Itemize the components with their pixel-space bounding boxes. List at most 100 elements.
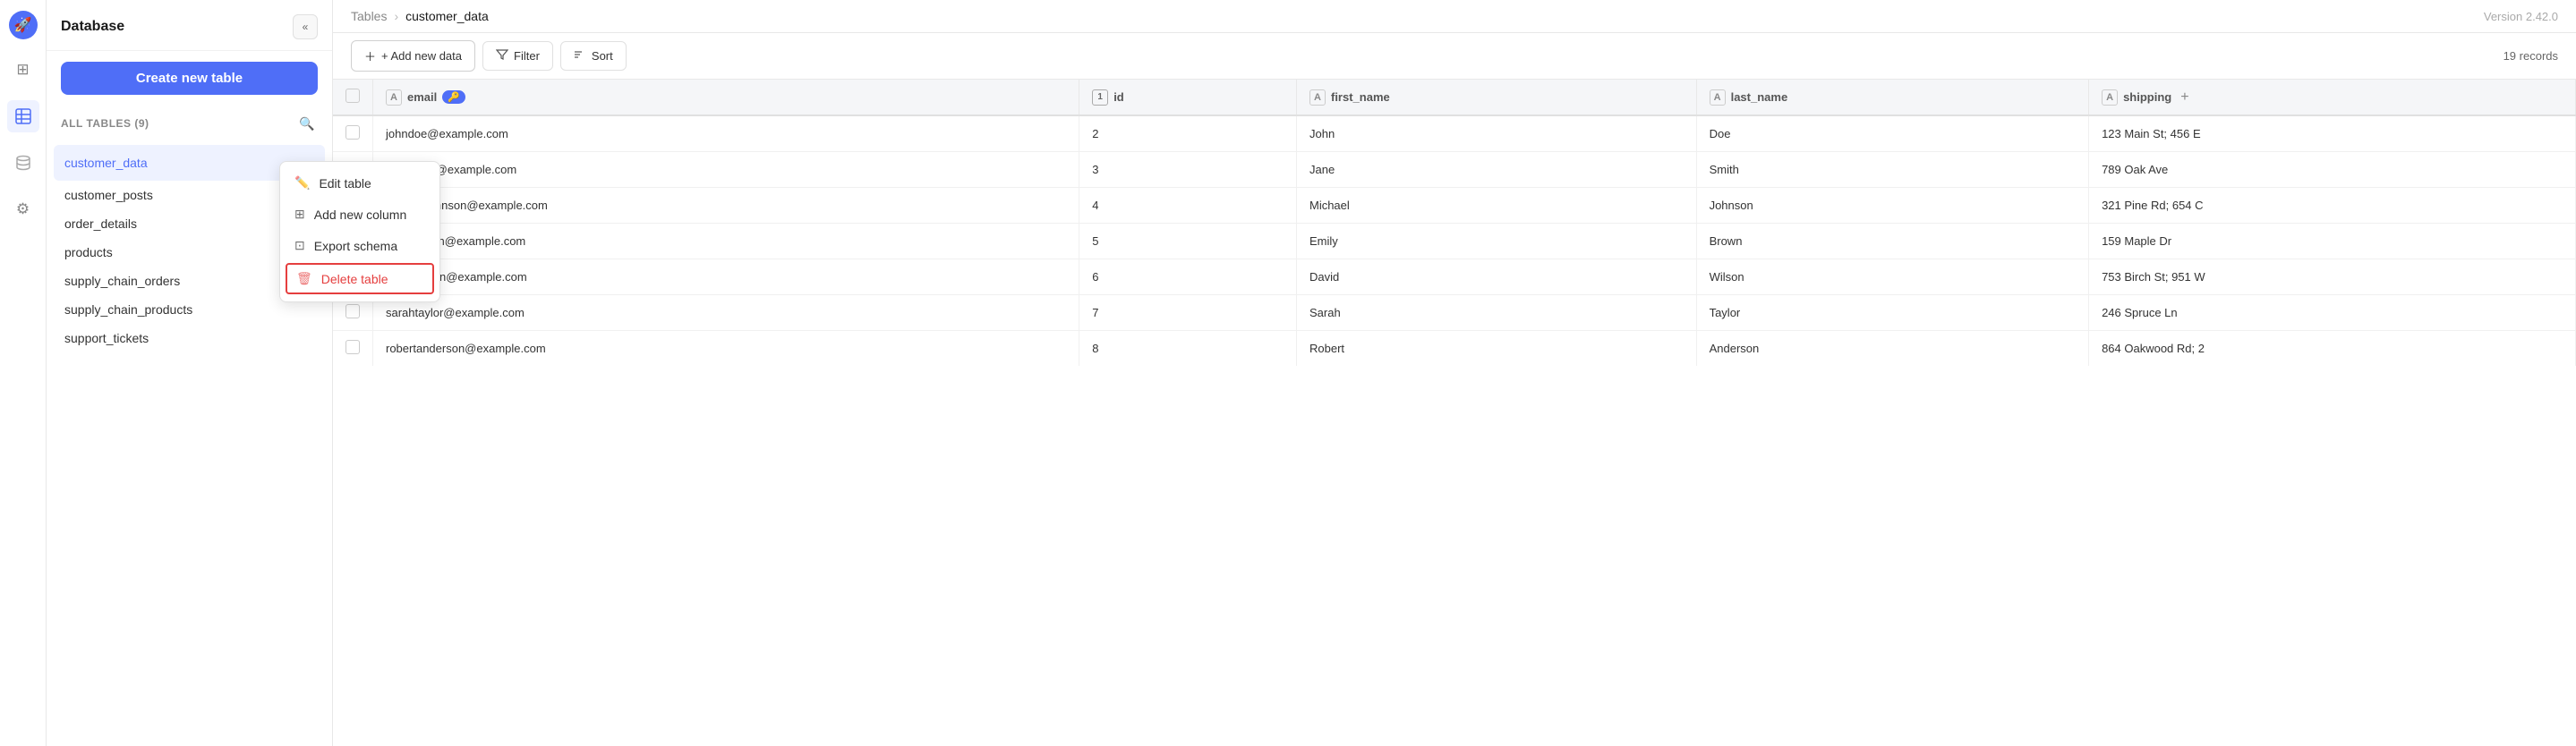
data-table-wrapper[interactable]: A email 🔑 1 id A fi xyxy=(333,80,2576,746)
context-menu-delete-label: Delete table xyxy=(321,272,388,286)
cell-last_name[interactable]: Taylor xyxy=(1696,295,2088,331)
table-item-label: supply_chain_orders xyxy=(64,274,180,288)
main-content: Tables › customer_data Version 2.42.0 ＋ … xyxy=(333,0,2576,746)
cell-id[interactable]: 2 xyxy=(1079,115,1297,152)
nav-settings-icon[interactable]: ⚙ xyxy=(7,193,39,225)
collapse-button[interactable]: « xyxy=(293,14,318,39)
row-checkbox-cell[interactable] xyxy=(333,115,373,152)
cell-id[interactable]: 6 xyxy=(1079,259,1297,295)
add-column-button[interactable]: + xyxy=(2177,89,2192,106)
cell-last_name[interactable]: Wilson xyxy=(1696,259,2088,295)
cell-shipping[interactable]: 321 Pine Rd; 654 C xyxy=(2089,188,2576,224)
cell-id[interactable]: 3 xyxy=(1079,152,1297,188)
email-type-icon: A xyxy=(386,89,402,106)
cell-first_name[interactable]: Michael xyxy=(1296,188,1696,224)
nav-database-icon[interactable] xyxy=(7,147,39,179)
cell-shipping[interactable]: 864 Oakwood Rd; 2 xyxy=(2089,331,2576,367)
cell-email[interactable]: emilybrown@example.com xyxy=(373,224,1079,259)
select-all-checkbox[interactable] xyxy=(345,89,360,103)
col-last-name-label: last_name xyxy=(1731,90,1788,104)
export-icon: ⊡ xyxy=(294,238,305,253)
context-menu-edit[interactable]: ✏️ Edit table xyxy=(280,167,439,199)
table-item-support-tickets[interactable]: support_tickets xyxy=(54,324,325,352)
cell-shipping[interactable]: 123 Main St; 456 E xyxy=(2089,115,2576,152)
cell-id[interactable]: 7 xyxy=(1079,295,1297,331)
filter-label: Filter xyxy=(514,49,540,63)
row-checkbox[interactable] xyxy=(345,304,360,318)
sidebar-title: Database xyxy=(61,19,124,35)
table-item-label: customer_posts xyxy=(64,188,153,202)
col-first-name[interactable]: A first_name xyxy=(1296,80,1696,115)
add-label: + Add new data xyxy=(381,49,462,63)
table-row: emilybrown@example.com5EmilyBrown159 Map… xyxy=(333,224,2576,259)
cell-email[interactable]: davidwilson@example.com xyxy=(373,259,1079,295)
records-count: 19 records xyxy=(2503,49,2558,63)
col-shipping[interactable]: A shipping + xyxy=(2089,80,2576,115)
table-header-row: A email 🔑 1 id A fi xyxy=(333,80,2576,115)
col-id-label: id xyxy=(1113,90,1124,104)
edit-icon: ✏️ xyxy=(294,175,310,191)
cell-last_name[interactable]: Brown xyxy=(1696,224,2088,259)
breadcrumb: Tables › customer_data xyxy=(351,9,489,23)
add-new-data-button[interactable]: ＋ + Add new data xyxy=(351,40,475,72)
cell-first_name[interactable]: Jane xyxy=(1296,152,1696,188)
context-menu-add-column-label: Add new column xyxy=(314,208,407,222)
cell-first_name[interactable]: Sarah xyxy=(1296,295,1696,331)
filter-button[interactable]: Filter xyxy=(482,41,553,71)
cell-shipping[interactable]: 753 Birch St; 951 W xyxy=(2089,259,2576,295)
col-checkbox xyxy=(333,80,373,115)
add-column-icon: ⊞ xyxy=(294,207,305,222)
col-id[interactable]: 1 id xyxy=(1079,80,1297,115)
nav-grid-icon[interactable]: ⊞ xyxy=(7,54,39,86)
icon-bar: 🚀 ⊞ ⚙ xyxy=(0,0,47,746)
col-email-label: email xyxy=(407,90,437,104)
table-search-button[interactable]: 🔍 xyxy=(296,113,318,134)
table-item-label: customer_data xyxy=(64,156,148,170)
breadcrumb-current: customer_data xyxy=(405,9,489,23)
breadcrumb-parent[interactable]: Tables xyxy=(351,9,387,23)
context-menu-export[interactable]: ⊡ Export schema xyxy=(280,230,439,261)
col-last-name[interactable]: A last_name xyxy=(1696,80,2088,115)
cell-first_name[interactable]: Emily xyxy=(1296,224,1696,259)
row-checkbox[interactable] xyxy=(345,125,360,140)
cell-id[interactable]: 8 xyxy=(1079,331,1297,367)
table-row: michaeljohnson@example.com4MichaelJohnso… xyxy=(333,188,2576,224)
cell-last_name[interactable]: Johnson xyxy=(1696,188,2088,224)
context-menu: ✏️ Edit table ⊞ Add new column ⊡ Export … xyxy=(279,161,440,302)
add-icon: ＋ xyxy=(364,47,376,64)
cell-first_name[interactable]: David xyxy=(1296,259,1696,295)
table-item-label: supply_chain_products xyxy=(64,302,192,317)
id-type-icon: 1 xyxy=(1092,89,1108,106)
cell-first_name[interactable]: Robert xyxy=(1296,331,1696,367)
col-shipping-label: shipping xyxy=(2123,90,2171,104)
row-checkbox-cell[interactable] xyxy=(333,331,373,367)
sort-button[interactable]: Sort xyxy=(560,41,627,71)
context-menu-add-column[interactable]: ⊞ Add new column xyxy=(280,199,439,230)
first-name-type-icon: A xyxy=(1309,89,1326,106)
cell-email[interactable]: janesmith@example.com xyxy=(373,152,1079,188)
cell-shipping[interactable]: 246 Spruce Ln xyxy=(2089,295,2576,331)
cell-email[interactable]: sarahtaylor@example.com xyxy=(373,295,1079,331)
row-checkbox[interactable] xyxy=(345,340,360,354)
breadcrumb-separator: › xyxy=(394,9,398,23)
cell-shipping[interactable]: 159 Maple Dr xyxy=(2089,224,2576,259)
create-table-button[interactable]: Create new table xyxy=(61,62,318,95)
cell-email[interactable]: robertanderson@example.com xyxy=(373,331,1079,367)
cell-id[interactable]: 5 xyxy=(1079,224,1297,259)
cell-last_name[interactable]: Doe xyxy=(1696,115,2088,152)
col-email[interactable]: A email 🔑 xyxy=(373,80,1079,115)
sidebar-header: Database « xyxy=(47,0,332,51)
table-item-label: order_details xyxy=(64,216,137,231)
cell-email[interactable]: johndoe@example.com xyxy=(373,115,1079,152)
cell-first_name[interactable]: John xyxy=(1296,115,1696,152)
filter-icon xyxy=(496,48,508,64)
context-menu-delete[interactable]: 🗑 Delete table xyxy=(286,263,434,294)
cell-shipping[interactable]: 789 Oak Ave xyxy=(2089,152,2576,188)
version-badge: Version 2.42.0 xyxy=(2484,10,2558,23)
cell-id[interactable]: 4 xyxy=(1079,188,1297,224)
cell-last_name[interactable]: Smith xyxy=(1696,152,2088,188)
sort-icon xyxy=(574,48,586,64)
nav-table-icon[interactable] xyxy=(7,100,39,132)
cell-email[interactable]: michaeljohnson@example.com xyxy=(373,188,1079,224)
cell-last_name[interactable]: Anderson xyxy=(1696,331,2088,367)
